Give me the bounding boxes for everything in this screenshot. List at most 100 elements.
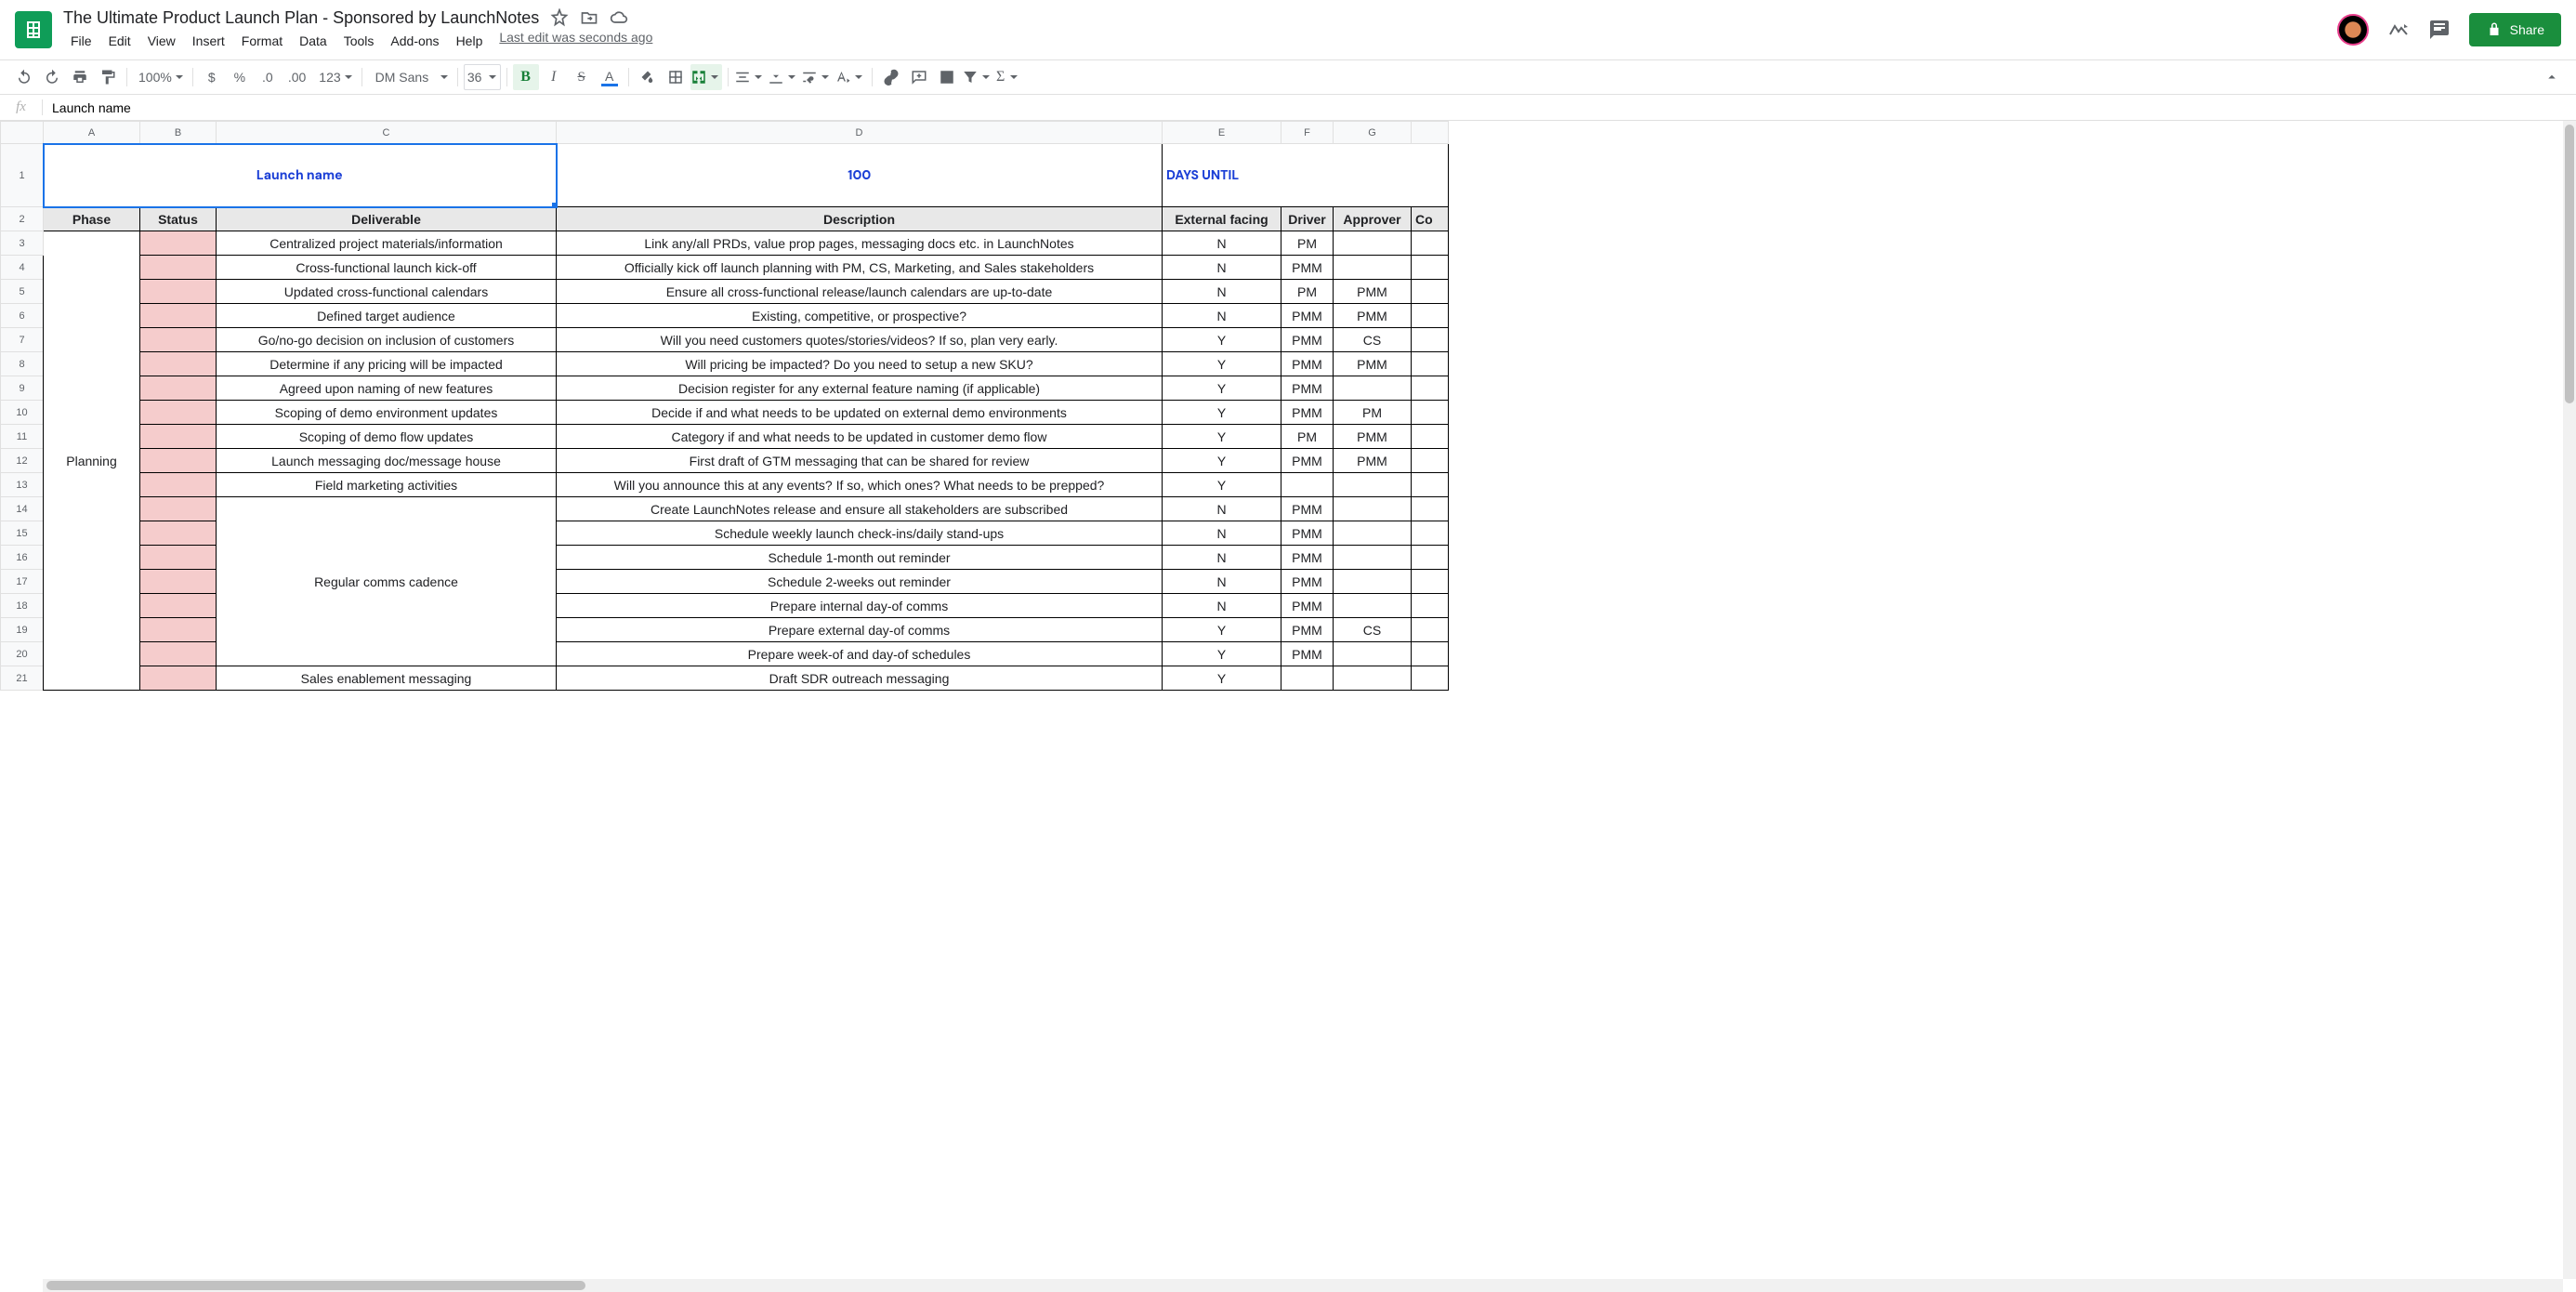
cell-external[interactable]: Y	[1163, 618, 1281, 642]
header-status[interactable]: Status	[140, 207, 217, 231]
cell-approver[interactable]: PMM	[1334, 280, 1412, 304]
cell-description[interactable]: First draft of GTM messaging that can be…	[557, 449, 1163, 473]
paint-format-button[interactable]	[95, 64, 121, 90]
merge-cells-button[interactable]	[690, 64, 722, 90]
cell-external[interactable]: N	[1163, 521, 1281, 546]
cell-external[interactable]: N	[1163, 546, 1281, 570]
row-header[interactable]: 21	[1, 666, 44, 691]
decrease-decimal-button[interactable]: .0	[255, 64, 281, 90]
cell-description[interactable]: Schedule 2-weeks out reminder	[557, 570, 1163, 594]
star-icon[interactable]	[550, 8, 569, 27]
cell-status[interactable]	[140, 401, 217, 425]
cell-driver[interactable]: PM	[1281, 425, 1334, 449]
cell[interactable]	[1412, 642, 1449, 666]
cell-status[interactable]	[140, 425, 217, 449]
font-size-input[interactable]: 36	[464, 64, 501, 90]
menu-edit[interactable]: Edit	[101, 30, 138, 52]
cell-driver[interactable]	[1281, 473, 1334, 497]
cell-a1-selected[interactable]: Launch name	[44, 144, 557, 207]
cell-description[interactable]: Prepare week-of and day-of schedules	[557, 642, 1163, 666]
cell-external[interactable]: N	[1163, 497, 1281, 521]
row-header[interactable]: 19	[1, 618, 44, 642]
cell-phase[interactable]: Planning	[44, 231, 140, 691]
cell-status[interactable]	[140, 328, 217, 352]
vertical-scrollbar[interactable]	[2563, 121, 2576, 1279]
cell-approver[interactable]: CS	[1334, 618, 1412, 642]
cell-deliverable[interactable]: Regular comms cadence	[217, 497, 557, 666]
cell-external[interactable]: Y	[1163, 376, 1281, 401]
collapse-toolbar-button[interactable]	[2539, 64, 2565, 90]
col-header-c[interactable]: C	[217, 122, 557, 144]
menu-help[interactable]: Help	[449, 30, 491, 52]
cell-description[interactable]: Officially kick off launch planning with…	[557, 256, 1163, 280]
cell[interactable]	[1412, 304, 1449, 328]
formula-input[interactable]	[43, 100, 2576, 115]
cell-driver[interactable]: PMM	[1281, 546, 1334, 570]
cell-approver[interactable]	[1334, 570, 1412, 594]
header-driver[interactable]: Driver	[1281, 207, 1334, 231]
col-header-a[interactable]: A	[44, 122, 140, 144]
fill-color-button[interactable]	[635, 64, 661, 90]
document-title[interactable]: The Ultimate Product Launch Plan - Spons…	[63, 8, 539, 28]
cell-external[interactable]: Y	[1163, 425, 1281, 449]
cell-status[interactable]	[140, 304, 217, 328]
select-all-corner[interactable]	[1, 122, 44, 144]
cell-driver[interactable]: PMM	[1281, 497, 1334, 521]
cell-status[interactable]	[140, 521, 217, 546]
cell-driver[interactable]: PMM	[1281, 642, 1334, 666]
cell-approver[interactable]	[1334, 256, 1412, 280]
row-header[interactable]: 11	[1, 425, 44, 449]
cell-status[interactable]	[140, 618, 217, 642]
cell-description[interactable]: Create LaunchNotes release and ensure al…	[557, 497, 1163, 521]
cell-external[interactable]: Y	[1163, 328, 1281, 352]
cell[interactable]	[1412, 231, 1449, 256]
cell-external[interactable]: N	[1163, 256, 1281, 280]
cell-description[interactable]: Prepare external day-of comms	[557, 618, 1163, 642]
cell-driver[interactable]: PM	[1281, 231, 1334, 256]
cell-driver[interactable]: PMM	[1281, 570, 1334, 594]
row-header[interactable]: 17	[1, 570, 44, 594]
cell-status[interactable]	[140, 352, 217, 376]
text-wrap-button[interactable]	[801, 64, 833, 90]
cell-description[interactable]: Schedule 1-month out reminder	[557, 546, 1163, 570]
cell-status[interactable]	[140, 256, 217, 280]
cell-description[interactable]: Prepare internal day-of comms	[557, 594, 1163, 618]
cell-deliverable[interactable]: Go/no-go decision on inclusion of custom…	[217, 328, 557, 352]
col-header-b[interactable]: B	[140, 122, 217, 144]
cell-approver[interactable]: PMM	[1334, 425, 1412, 449]
cell-driver[interactable]: PMM	[1281, 256, 1334, 280]
cell-description[interactable]: Ensure all cross-functional release/laun…	[557, 280, 1163, 304]
cell-approver[interactable]	[1334, 231, 1412, 256]
text-rotation-button[interactable]	[835, 64, 866, 90]
cell-status[interactable]	[140, 376, 217, 401]
row-header[interactable]: 15	[1, 521, 44, 546]
cell-deliverable[interactable]: Agreed upon naming of new features	[217, 376, 557, 401]
menu-insert[interactable]: Insert	[185, 30, 232, 52]
row-header[interactable]: 20	[1, 642, 44, 666]
cell-external[interactable]: N	[1163, 594, 1281, 618]
italic-button[interactable]: I	[541, 64, 567, 90]
cell-external[interactable]: Y	[1163, 352, 1281, 376]
cell-description[interactable]: Draft SDR outreach messaging	[557, 666, 1163, 691]
cell-deliverable[interactable]: Field marketing activities	[217, 473, 557, 497]
cell-driver[interactable]: PMM	[1281, 449, 1334, 473]
cell[interactable]	[1412, 618, 1449, 642]
cell[interactable]	[1412, 401, 1449, 425]
menu-file[interactable]: File	[63, 30, 99, 52]
cell[interactable]	[1412, 473, 1449, 497]
horizontal-align-button[interactable]	[734, 64, 766, 90]
cell[interactable]	[1412, 328, 1449, 352]
cell-driver[interactable]: PMM	[1281, 401, 1334, 425]
cell-description[interactable]: Decision register for any external featu…	[557, 376, 1163, 401]
cell-external[interactable]: N	[1163, 280, 1281, 304]
row-header[interactable]: 13	[1, 473, 44, 497]
cell-external[interactable]: Y	[1163, 473, 1281, 497]
header-co[interactable]: Co	[1412, 207, 1449, 231]
col-header-g[interactable]: G	[1334, 122, 1412, 144]
row-header[interactable]: 3	[1, 231, 44, 256]
cell-approver[interactable]	[1334, 642, 1412, 666]
row-header[interactable]: 16	[1, 546, 44, 570]
borders-button[interactable]	[663, 64, 689, 90]
font-family-select[interactable]: DM Sans	[368, 64, 452, 90]
cell[interactable]	[1412, 546, 1449, 570]
